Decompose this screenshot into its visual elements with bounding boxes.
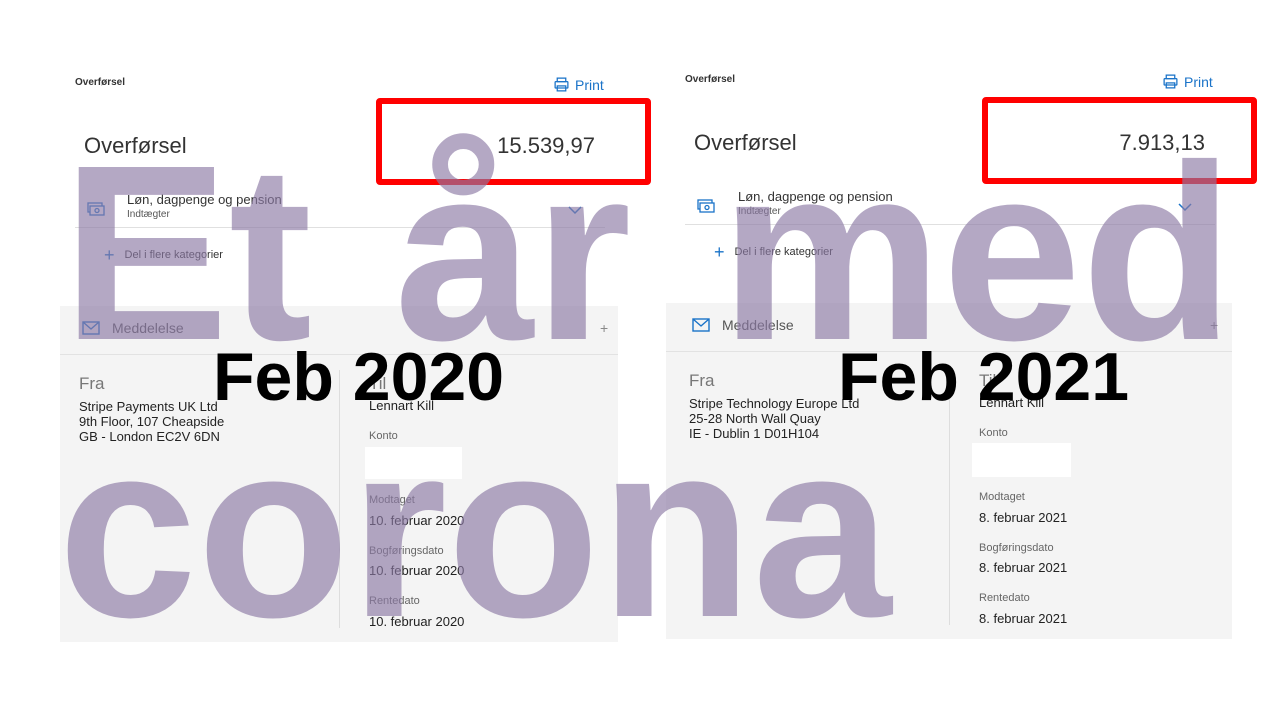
account-label: Konto	[979, 427, 1008, 439]
money-icon	[697, 199, 715, 213]
booking-label: Bogføringsdato	[979, 542, 1054, 554]
received-label: Modtaget	[979, 491, 1025, 503]
print-button[interactable]: Print	[1162, 73, 1213, 90]
from-label: Fra	[689, 371, 715, 390]
account-redaction	[972, 443, 1071, 477]
printer-icon	[554, 77, 569, 92]
header-label: Overførsel	[75, 77, 126, 88]
booking-date: 8. februar 2021	[979, 560, 1068, 575]
print-button[interactable]: Print	[553, 76, 604, 93]
overlay-date-left: Feb 2020	[213, 339, 505, 415]
overlay-word-corona: corona	[58, 390, 892, 669]
envelope-icon	[692, 318, 710, 332]
interest-date: 8. februar 2021	[979, 611, 1068, 626]
received-date: 8. februar 2021	[979, 510, 1068, 525]
overlay-date-right: Feb 2021	[838, 339, 1130, 415]
print-label: Print	[1184, 73, 1213, 90]
header-label: Overførsel	[685, 74, 736, 85]
interest-label: Rentedato	[979, 592, 1030, 604]
printer-icon	[1163, 74, 1178, 89]
print-label: Print	[575, 76, 604, 93]
